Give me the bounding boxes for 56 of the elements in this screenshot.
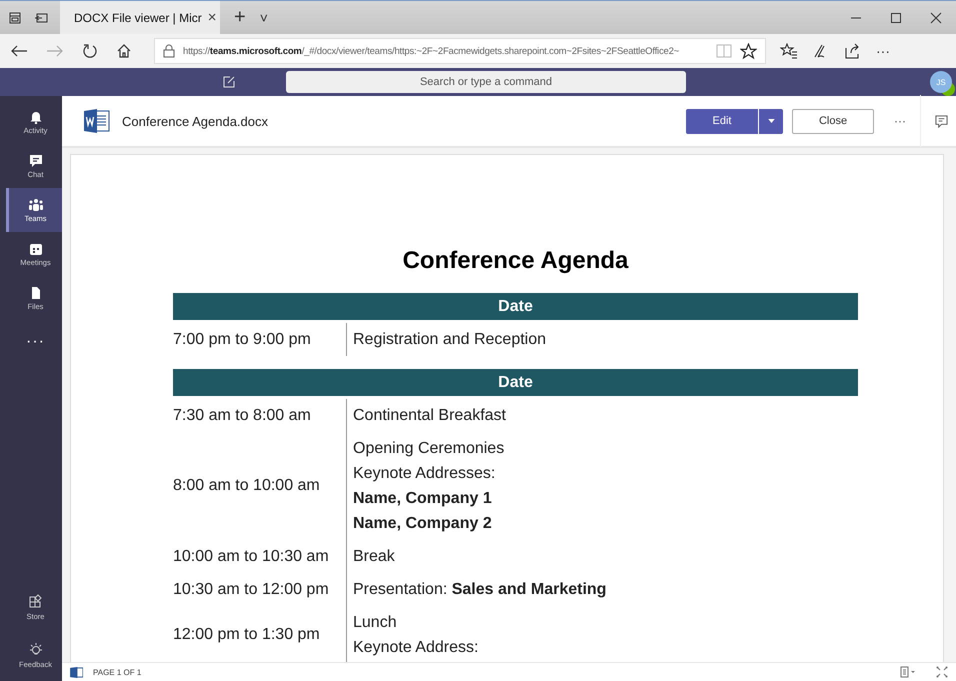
tab-actions-icon[interactable] <box>8 10 22 24</box>
agenda-text: Presentation: Sales and Marketing <box>353 580 608 600</box>
agenda-text: Registration and Reception <box>353 330 548 350</box>
comment-icon[interactable] <box>935 114 948 128</box>
home-icon[interactable] <box>116 43 132 59</box>
share-icon[interactable] <box>844 43 860 59</box>
close-button[interactable]: Close <box>792 108 874 134</box>
table-header: Date <box>173 369 858 396</box>
rail-item[interactable]: ··· <box>6 320 62 364</box>
time-cell: 12:00 pm to 1:30 pm <box>173 626 320 644</box>
people-group-icon <box>28 198 44 212</box>
agenda-text: Lunch <box>353 613 398 633</box>
agenda-text: Opening Ceremonies <box>353 439 506 459</box>
refresh-icon[interactable] <box>82 43 98 59</box>
time-cell: 10:30 am to 12:00 pm <box>173 580 329 598</box>
store-icon <box>28 594 44 610</box>
maximize-icon[interactable] <box>890 12 902 24</box>
set-aside-tabs-icon[interactable] <box>34 10 48 24</box>
new-tab-button[interactable]: + <box>234 6 246 29</box>
close-icon[interactable] <box>930 12 942 24</box>
time-cell: 8:00 am to 10:00 am <box>173 477 320 495</box>
tab-list-button[interactable]: ˅ <box>260 10 268 26</box>
edit-options-button[interactable] <box>758 108 783 134</box>
time-cell: 7:00 pm to 9:00 pm <box>173 330 311 348</box>
lightbulb-icon <box>28 642 44 658</box>
calendar-icon <box>28 242 42 256</box>
agenda-text: Break <box>353 547 396 567</box>
agenda-text: Name, Company 1 <box>353 489 493 509</box>
more-button[interactable]: ··· <box>876 43 890 59</box>
table-header: Date <box>173 293 858 320</box>
agenda-text: Continental Breakfast <box>353 406 507 426</box>
chat-icon <box>28 154 42 168</box>
star-icon[interactable] <box>740 42 757 60</box>
file-name: Conference Agenda.docx <box>122 114 268 128</box>
page-count: PAGE 1 OF 1 <box>93 668 142 676</box>
agenda-text: Keynote Address: <box>353 638 480 658</box>
favorites-icon[interactable] <box>780 43 798 59</box>
close-tab-button[interactable]: × <box>208 9 217 26</box>
document-title: Conference Agenda <box>402 247 630 275</box>
agenda-text: Keynote Addresses: <box>353 464 496 484</box>
edit-button[interactable]: Edit <box>686 108 758 134</box>
tab-title: DOCX File viewer | Micr <box>74 10 202 24</box>
compose-icon[interactable] <box>222 75 236 89</box>
caret-icon <box>768 119 774 123</box>
lock-icon <box>163 44 175 58</box>
more-options-button[interactable]: ··· <box>894 114 906 128</box>
fullscreen-icon[interactable] <box>936 666 948 678</box>
address-field[interactable]: https://teams.microsoft.com/_#/docx/viewer/teams/https:~2F~2Facmewidgets.sharepoint.com~2Fsites~2FSeattleOffice2~ <box>154 38 766 64</box>
agenda-text: Name, Company 2 <box>353 514 493 534</box>
back-icon[interactable] <box>10 44 28 58</box>
time-cell: 10:00 am to 10:30 am <box>173 548 329 566</box>
search-field[interactable]: Search or type a command <box>286 71 686 93</box>
view-layout-icon[interactable] <box>900 666 916 678</box>
bell-icon <box>28 110 42 124</box>
browser-tab[interactable]: DOCX File viewer | Micr × <box>60 1 220 34</box>
time-cell: 7:30 am to 8:00 am <box>173 406 311 424</box>
